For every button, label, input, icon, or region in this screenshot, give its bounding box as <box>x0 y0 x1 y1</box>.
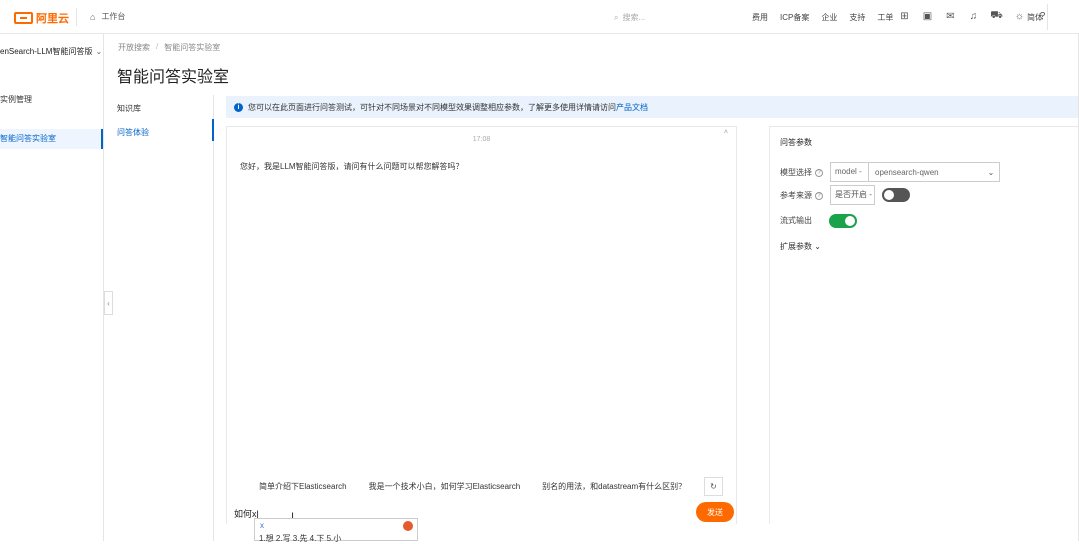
info-icon: i <box>234 102 243 112</box>
bulb-icon[interactable]: ☼ <box>1013 11 1026 22</box>
workbench-link[interactable]: ⌂ 工作台 <box>90 11 125 22</box>
help-icon[interactable]: ? <box>815 191 823 200</box>
active-indicator <box>212 119 214 141</box>
ime-candidates[interactable]: 1.想 2.写 3.先 4.下 5.小 <box>259 533 341 544</box>
nav-link-fees[interactable]: 费用 <box>752 12 768 23</box>
chat-timestamp: 17:08 <box>472 136 491 143</box>
refresh-icon: ↻ <box>710 482 717 491</box>
grid-icon[interactable]: ⊞ <box>898 11 911 22</box>
ime-pinyin: x <box>260 521 264 530</box>
instance-name: enSearch-LLM智能问答版 <box>0 47 93 56</box>
reference-label: 参考来源 ? <box>780 190 823 201</box>
chevron-down-icon: ⌄ <box>987 167 995 177</box>
message-icon[interactable]: ✉ <box>944 11 957 22</box>
ime-logo-icon <box>403 521 413 531</box>
expand-params[interactable]: 扩展参数 ⌄ <box>780 241 821 252</box>
params-title: 问答参数 <box>780 138 812 147</box>
breadcrumb: 开放搜索 / 智能问答实验室 <box>118 42 220 53</box>
model-select[interactable]: model - opensearch-qwen ⌄ <box>830 162 1000 182</box>
chevron-down-icon: ⌄ <box>95 47 103 56</box>
sub-nav: 知识库 问答体验 <box>104 95 214 541</box>
chat-panel: ˄ 17:08 您好，我是LLM智能问答版，请问有什么问题可以帮您解答吗？ 简单… <box>226 126 737 524</box>
model-type-select[interactable]: model - <box>831 163 869 181</box>
docs-link[interactable]: 产品文档 <box>616 102 648 113</box>
logo-icon <box>14 12 33 24</box>
language-switch[interactable]: 简体 <box>1027 12 1043 23</box>
instance-selector[interactable]: enSearch-LLM智能问答版 ⌄ <box>0 46 102 57</box>
breadcrumb-item[interactable]: 开放搜索 <box>118 42 150 53</box>
suggestion-item[interactable]: 别名的用法，和datastream有什么区别？ <box>542 481 686 492</box>
model-value: opensearch-qwen <box>875 167 939 177</box>
divider <box>76 8 77 26</box>
reference-select[interactable]: 是否开启 - <box>830 185 875 205</box>
reference-label-text: 参考来源 <box>780 191 812 200</box>
nav-link-support[interactable]: 支持 <box>849 12 865 23</box>
bot-message: 您好，我是LLM智能问答版，请问有什么问题可以帮您解答吗？ <box>240 162 464 171</box>
ime-candidate-window: x 1.想 2.写 3.先 4.下 5.小 <box>254 518 418 544</box>
reference-toggle[interactable] <box>882 188 910 202</box>
scroll-up-icon[interactable]: ˄ <box>724 129 728 136</box>
search-icon: ⌕ <box>614 12 619 22</box>
subnav-item-qa-experience[interactable]: 问答体验 <box>117 127 149 138</box>
expand-label: 扩展参数 <box>780 242 812 251</box>
nav-link-ticket[interactable]: 工单 <box>877 12 893 23</box>
params-panel: 问答参数 模型选择 ? model - opensearch-qwen ⌄ 参考… <box>769 126 1079 524</box>
nav-link-icp[interactable]: ICP备案 <box>780 12 809 23</box>
top-bar: 阿里云 ⌂ 工作台 ⌕ 搜索... 费用 ICP备案 企业 支持 工单 ⊞ ▣ … <box>0 0 1079 34</box>
search-box[interactable]: ⌕ 搜索... <box>614 12 645 23</box>
aliyun-logo[interactable]: 阿里云 <box>14 10 69 26</box>
stream-label: 流式输出 <box>780 215 812 226</box>
divider <box>1047 4 1048 30</box>
stream-toggle[interactable] <box>829 214 857 228</box>
model-label-text: 模型选择 <box>780 168 812 177</box>
suggestion-item[interactable]: 我是一个技术小白，如何学习Elasticsearch <box>369 481 521 492</box>
info-banner: i 您可以在此页面进行问答测试，可针对不同场景对不同模型效果调整相应参数，了解更… <box>226 96 1079 118</box>
nav-link-enterprise[interactable]: 企业 <box>821 12 837 23</box>
breadcrumb-separator: / <box>156 42 159 51</box>
home-icon: ⌂ <box>90 11 96 22</box>
help-icon[interactable]: ? <box>815 168 823 177</box>
workbench-label: 工作台 <box>101 12 126 21</box>
sidebar-item-qa-lab[interactable]: 智能问答实验室 <box>0 129 103 149</box>
chevron-down-icon: ⌄ <box>814 242 821 251</box>
cart-icon[interactable]: ⛟ <box>990 10 1003 23</box>
toggle-knob <box>884 190 894 200</box>
bell-icon[interactable]: ♫ <box>967 11 980 22</box>
subnav-item-knowledge-base[interactable]: 知识库 <box>117 103 141 114</box>
logo-text: 阿里云 <box>36 13 69 25</box>
page-title: 智能问答实验室 <box>117 69 230 86</box>
model-label: 模型选择 ? <box>780 167 823 178</box>
breadcrumb-item: 智能问答实验室 <box>164 43 221 52</box>
top-nav-links: 费用 ICP备案 企业 支持 工单 <box>752 12 905 23</box>
suggestion-item[interactable]: 简单介绍下Elasticsearch <box>259 481 347 492</box>
toggle-knob <box>845 216 855 226</box>
search-placeholder: 搜索... <box>622 13 646 22</box>
refresh-suggestions-button[interactable]: ↻ <box>704 477 723 496</box>
send-button[interactable]: 发送 <box>696 502 734 522</box>
left-sidebar: enSearch-LLM智能问答版 ⌄ 实例管理 智能问答实验室 <box>0 34 104 541</box>
terminal-icon[interactable]: ▣ <box>921 11 934 22</box>
sidebar-item-instance-management[interactable]: 实例管理 <box>0 94 32 105</box>
suggested-questions: 简单介绍下Elasticsearch 我是一个技术小白，如何学习Elastics… <box>259 481 686 492</box>
stream-label-text: 流式输出 <box>780 216 812 225</box>
banner-text: 您可以在此页面进行问答测试，可针对不同场景对不同模型效果调整相应参数，了解更多使… <box>248 102 616 112</box>
